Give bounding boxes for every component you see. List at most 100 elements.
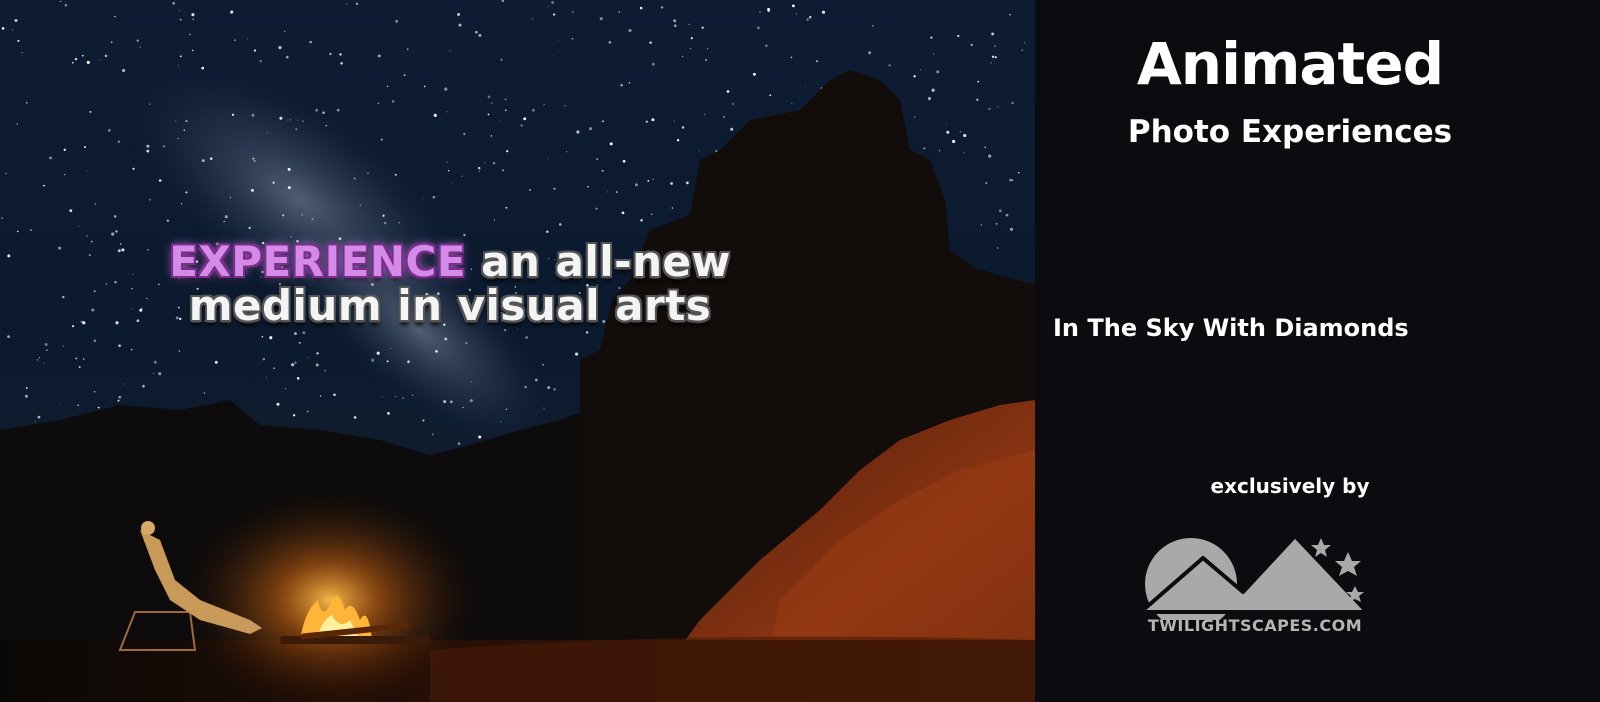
star	[601, 169, 604, 172]
star	[117, 399, 120, 402]
star	[531, 108, 535, 112]
star	[117, 249, 121, 253]
star	[346, 3, 348, 5]
star	[329, 52, 332, 56]
star	[377, 102, 380, 105]
star	[469, 399, 473, 403]
star	[805, 85, 807, 87]
star	[435, 350, 438, 353]
star	[371, 358, 375, 362]
star	[62, 295, 65, 299]
star	[913, 75, 916, 78]
star	[131, 287, 133, 290]
star	[816, 60, 819, 63]
star	[506, 150, 509, 153]
star	[553, 13, 556, 16]
star	[759, 11, 761, 13]
star	[585, 331, 589, 334]
star	[994, 45, 996, 47]
star	[493, 219, 495, 221]
star	[262, 357, 266, 361]
star	[136, 319, 140, 323]
star	[923, 147, 926, 150]
star	[25, 387, 28, 389]
star	[688, 23, 690, 26]
star	[690, 37, 693, 40]
star	[115, 230, 118, 233]
star	[158, 372, 162, 376]
star	[296, 377, 300, 380]
star	[707, 48, 709, 50]
star	[114, 15, 116, 18]
star	[475, 30, 478, 34]
star	[599, 17, 603, 21]
twilightscapes-logo[interactable]: TWILIGHTSCAPES.COM	[1133, 530, 1415, 642]
star	[272, 181, 275, 184]
star	[985, 181, 988, 185]
star	[524, 385, 527, 389]
star	[564, 105, 566, 107]
star	[60, 404, 61, 405]
star	[93, 290, 96, 293]
star	[111, 41, 113, 43]
star	[500, 58, 503, 61]
star	[402, 397, 404, 399]
star	[203, 392, 206, 394]
star	[179, 10, 181, 12]
star	[422, 197, 424, 199]
star	[355, 2, 359, 5]
star	[461, 175, 463, 177]
star	[251, 113, 255, 117]
star	[620, 84, 623, 87]
star	[552, 55, 554, 57]
star	[315, 363, 319, 367]
star	[93, 339, 97, 343]
star	[913, 116, 916, 118]
star	[380, 138, 383, 141]
star	[90, 240, 93, 243]
star	[119, 243, 122, 245]
star	[88, 254, 91, 257]
hero-line-1: EXPERIENCE an all-new	[140, 239, 760, 284]
star	[443, 400, 447, 404]
star	[723, 116, 725, 118]
star	[484, 162, 486, 164]
star	[201, 159, 205, 163]
star	[30, 229, 32, 231]
star	[267, 132, 269, 134]
star	[178, 350, 181, 352]
star	[868, 51, 872, 55]
star	[230, 10, 234, 14]
star	[609, 142, 613, 146]
star	[403, 74, 406, 77]
star	[177, 138, 179, 140]
hero-line-2: medium in visual arts	[188, 281, 712, 331]
star	[324, 370, 326, 372]
star	[16, 123, 19, 125]
star	[492, 161, 496, 165]
star	[651, 118, 655, 122]
star	[558, 223, 562, 226]
star	[302, 331, 306, 335]
star	[311, 218, 314, 221]
star	[340, 62, 343, 65]
star	[671, 207, 674, 209]
star	[431, 433, 434, 436]
star	[698, 150, 700, 152]
star	[553, 187, 556, 190]
star	[547, 158, 549, 159]
star	[78, 366, 81, 368]
star	[523, 117, 527, 121]
star	[997, 106, 999, 108]
star	[43, 362, 45, 364]
star	[1023, 42, 1025, 44]
star	[231, 113, 234, 116]
star	[185, 120, 188, 123]
star	[253, 49, 257, 52]
star	[406, 48, 409, 51]
star	[72, 325, 75, 328]
star	[149, 103, 151, 105]
star	[945, 124, 947, 126]
star	[575, 352, 579, 356]
star	[105, 283, 108, 285]
